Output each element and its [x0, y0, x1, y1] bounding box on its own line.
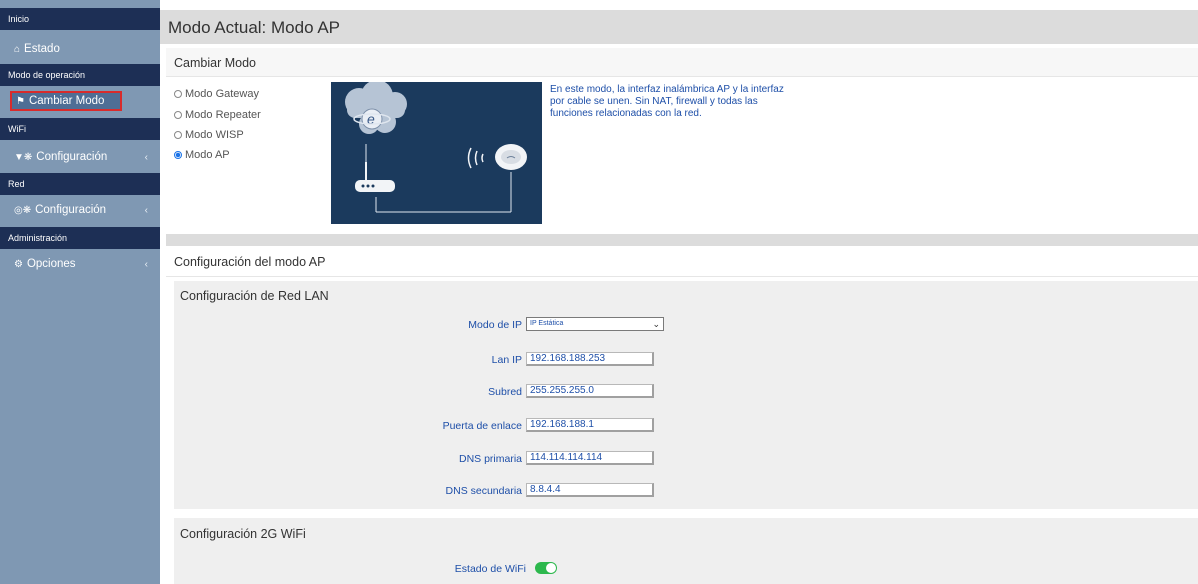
- sidebar-section-label: Administración: [8, 233, 68, 243]
- gateway-label: Puerta de enlace: [442, 420, 522, 432]
- change-mode-header: [166, 48, 1198, 77]
- sidebar-section-inicio: Inicio: [0, 8, 160, 30]
- ip-mode-select[interactable]: IP Estática ⌄: [526, 317, 664, 331]
- globe-gears-icon: ◎❋: [14, 204, 32, 216]
- subnet-label: Subred: [488, 386, 522, 398]
- wifi-gears-icon: ▼❋: [14, 151, 33, 163]
- mode-option-wisp[interactable]: Modo WISP: [174, 129, 244, 141]
- mode-description: En este modo, la interfaz inalámbrica AP…: [550, 84, 784, 119]
- flag-icon: ⚑: [16, 95, 25, 107]
- chevron-left-icon: ‹: [144, 151, 148, 163]
- radio-button[interactable]: [174, 90, 182, 98]
- sidebar-item-label: Configuración: [35, 204, 107, 216]
- mode-option-label: Modo Repeater: [185, 109, 261, 121]
- sidebar-item-label: Cambiar Modo: [28, 95, 105, 107]
- mode-option-label: Modo AP: [185, 149, 230, 161]
- ip-mode-label: Modo de IP: [468, 319, 522, 331]
- wifi-2g-panel: [174, 518, 1198, 584]
- radio-button[interactable]: [174, 131, 182, 139]
- mode-option-label: Modo Gateway: [185, 88, 259, 100]
- subnet-input[interactable]: 255.255.255.0: [526, 384, 654, 398]
- sidebar-section-wifi: WiFi: [0, 118, 160, 140]
- mode-option-label: Modo WISP: [185, 129, 244, 141]
- sidebar-section-label: Inicio: [8, 14, 30, 24]
- sidebar-item-label: Estado: [24, 43, 60, 55]
- home-icon: ⌂: [14, 43, 21, 55]
- radio-button-selected[interactable]: [174, 151, 182, 159]
- sidebar-section-administration: Administración: [0, 227, 160, 249]
- section-divider: [166, 234, 1198, 246]
- radio-button[interactable]: [174, 111, 182, 119]
- ap-mode-illustration: e: [331, 82, 542, 224]
- sidebar-item-cambiar-modo[interactable]: ⚑ Cambiar Modo: [10, 91, 122, 111]
- sidebar-section-label: Red: [8, 179, 25, 189]
- dns-secondary-label: DNS secundaria: [445, 485, 522, 497]
- toggle-knob: [546, 563, 556, 573]
- mode-option-repeater[interactable]: Modo Repeater: [174, 109, 261, 121]
- lan-config-title: Configuración de Red LAN: [180, 289, 329, 303]
- dns-secondary-input[interactable]: 8.8.4.4: [526, 483, 654, 497]
- sidebar-section-label: Modo de operación: [8, 70, 86, 80]
- lan-ip-label: Lan IP: [491, 354, 522, 366]
- gateway-input[interactable]: 192.168.188.1: [526, 418, 654, 432]
- chevron-left-icon: ‹: [144, 258, 148, 270]
- chevron-down-icon: ⌄: [652, 319, 660, 329]
- chevron-left-icon: ‹: [144, 204, 148, 216]
- dns-primary-input[interactable]: 114.114.114.114: [526, 451, 654, 465]
- sidebar-item-opciones[interactable]: ⚙ Opciones ‹: [0, 253, 160, 275]
- mode-option-ap[interactable]: Modo AP: [174, 149, 230, 161]
- sidebar: Inicio ⌂ Estado Modo de operación ⚑ Camb…: [0, 0, 160, 584]
- sidebar-section-operation-mode: Modo de operación: [0, 64, 160, 86]
- wifi-status-label: Estado de WiFi: [454, 563, 526, 575]
- sidebar-section-red: Red: [0, 173, 160, 195]
- ip-mode-value: IP Estática: [530, 320, 564, 327]
- sidebar-item-wifi-config[interactable]: ▼❋ Configuración ‹: [0, 146, 160, 168]
- sidebar-item-label: Configuración: [36, 151, 108, 163]
- sidebar-item-red-config[interactable]: ◎❋ Configuración ‹: [0, 199, 160, 221]
- sidebar-section-label: WiFi: [8, 124, 26, 134]
- network-diagram-icon: e: [331, 82, 542, 224]
- wifi-status-toggle[interactable]: [535, 562, 557, 574]
- change-mode-title: Cambiar Modo: [174, 56, 256, 70]
- main-content: Modo Actual: Modo AP Cambiar Modo Modo G…: [160, 0, 1198, 584]
- lan-ip-input[interactable]: 192.168.188.253: [526, 352, 654, 366]
- sidebar-item-label: Opciones: [26, 258, 76, 270]
- mode-option-gateway[interactable]: Modo Gateway: [174, 88, 259, 100]
- gear-icon: ⚙: [14, 258, 23, 270]
- ap-config-title: Configuración del modo AP: [174, 255, 326, 269]
- page-title: Modo Actual: Modo AP: [168, 18, 340, 37]
- dns-primary-label: DNS primaria: [458, 453, 522, 465]
- wifi-2g-title: Configuración 2G WiFi: [180, 527, 306, 541]
- sidebar-item-estado[interactable]: ⌂ Estado: [0, 38, 160, 60]
